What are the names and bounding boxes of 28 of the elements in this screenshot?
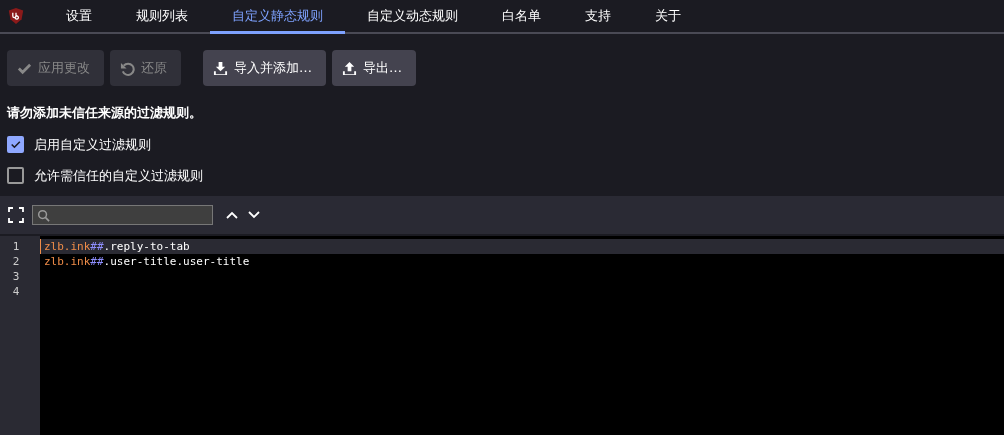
tab[interactable]: 设置 bbox=[44, 0, 114, 34]
search-icon bbox=[37, 208, 50, 222]
code-line: zlb.ink##.user-title.user-title bbox=[44, 255, 250, 268]
checkbox[interactable] bbox=[7, 167, 24, 184]
checkbox-label: 允许需信任的自定义过滤规则 bbox=[34, 166, 203, 185]
tab[interactable]: 自定义静态规则 bbox=[210, 0, 345, 34]
search-field[interactable] bbox=[32, 205, 213, 225]
upload-icon bbox=[342, 60, 357, 76]
checkbox-label: 启用自定义过滤规则 bbox=[34, 135, 151, 154]
shield-logo-icon bbox=[8, 7, 24, 25]
tab[interactable]: 白名单 bbox=[480, 0, 563, 34]
warning-text: 请勿添加未信任来源的过滤规则。 bbox=[7, 104, 203, 122]
fullscreen-icon[interactable] bbox=[8, 207, 24, 223]
line-number: 2 bbox=[11, 254, 21, 269]
line-number: 4 bbox=[11, 284, 21, 299]
download-icon bbox=[213, 60, 228, 76]
tab[interactable]: 支持 bbox=[563, 0, 633, 34]
code-line: zlb.ink##.reply-to-tab bbox=[44, 240, 190, 253]
tab[interactable]: 规则列表 bbox=[114, 0, 210, 34]
import-button[interactable]: 导入并添加… bbox=[203, 50, 326, 86]
export-button[interactable]: 导出… bbox=[332, 50, 416, 86]
checkmark-icon bbox=[9, 138, 22, 151]
line-number: 3 bbox=[11, 269, 21, 284]
undo-icon bbox=[120, 60, 135, 76]
checkbox[interactable] bbox=[7, 136, 24, 153]
tab[interactable]: 关于 bbox=[633, 0, 703, 34]
line-number: 1 bbox=[11, 239, 21, 254]
tab[interactable]: 自定义动态规则 bbox=[345, 0, 480, 34]
